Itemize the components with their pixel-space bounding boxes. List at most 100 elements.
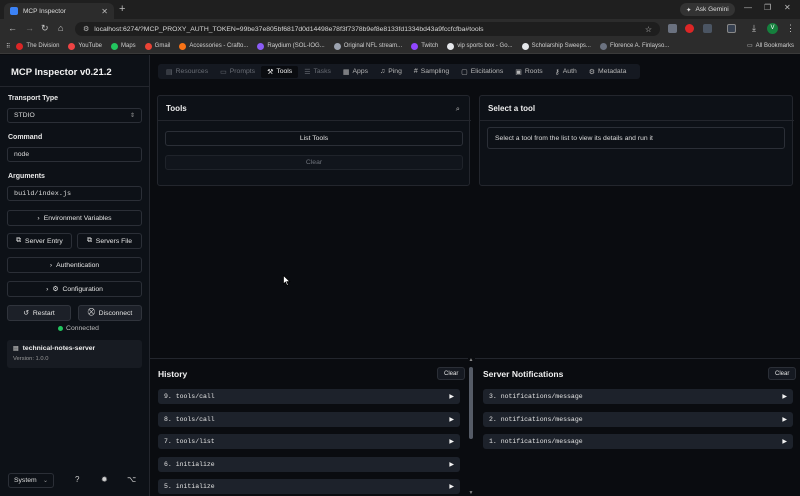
- browser-tab[interactable]: MCP Inspector ✕: [4, 3, 114, 19]
- sidebar-divider: [0, 86, 150, 87]
- clear-notifications-button[interactable]: Clear: [768, 367, 797, 380]
- servers-file-button[interactable]: ⧉ Servers File: [77, 233, 142, 249]
- extension-icon[interactable]: [668, 24, 677, 33]
- list-item[interactable]: 8. tools/call ▶: [158, 411, 460, 427]
- downloads-icon[interactable]: ⤓: [752, 23, 756, 34]
- all-bookmarks-button[interactable]: ▭ All Bookmarks: [747, 42, 794, 50]
- minimize-icon[interactable]: —: [744, 3, 752, 12]
- scroll-down-icon[interactable]: ▼: [468, 490, 474, 496]
- bookmark-item[interactable]: Original NFL stream...: [333, 42, 402, 50]
- reload-icon[interactable]: ↻: [41, 23, 49, 34]
- new-tab-button[interactable]: +: [119, 3, 125, 15]
- list-tools-button[interactable]: List Tools: [165, 131, 463, 146]
- tab-label: Tools: [276, 68, 293, 75]
- list-item[interactable]: 6. initialize ▶: [158, 456, 460, 472]
- clear-tools-button[interactable]: Clear: [165, 155, 463, 170]
- list-item[interactable]: 1. notifications/message ▶: [483, 434, 793, 449]
- github-icon[interactable]: ⌥: [127, 475, 136, 484]
- extensions-puzzle-icon[interactable]: [703, 24, 712, 33]
- split-view-icon[interactable]: [727, 24, 736, 33]
- scrollbar-thumb[interactable]: [469, 367, 473, 439]
- list-item[interactable]: 3. notifications/message ▶: [483, 389, 793, 404]
- status-dot-icon: [58, 325, 64, 331]
- list-item-label: 7. tools/list: [164, 438, 215, 445]
- server-entry-button[interactable]: ⧉ Server Entry: [7, 233, 72, 249]
- tab-icon: ▣: [515, 68, 522, 76]
- history-scrollbar[interactable]: ▲ ▼: [468, 357, 474, 496]
- chevron-right-icon: ›: [49, 261, 53, 269]
- tab-icon: ▤: [166, 68, 173, 76]
- bookmark-item[interactable]: The Division: [16, 42, 59, 50]
- bookmark-item[interactable]: Accessories - Crafto...: [179, 42, 248, 50]
- home-icon[interactable]: ⌂: [58, 23, 63, 34]
- bug-icon[interactable]: ✹: [101, 475, 108, 484]
- site-info-icon[interactable]: ⚙: [83, 25, 89, 33]
- apps-grid-icon[interactable]: ⠿: [6, 43, 10, 50]
- list-item[interactable]: 5. initialize ▶: [158, 479, 460, 494]
- arguments-input[interactable]: build/index.js: [7, 186, 142, 201]
- bookmark-item[interactable]: Gmail: [144, 42, 170, 50]
- tab-tasks[interactable]: ☰ Tasks: [298, 66, 337, 78]
- bookmark-item[interactable]: vip sports box - Go...: [447, 42, 513, 50]
- environment-variables-button[interactable]: › Environment Variables: [7, 210, 142, 226]
- bookmark-item[interactable]: Florence A. Finlayso...: [599, 42, 670, 50]
- bookmark-item[interactable]: Scholarship Sweeps...: [521, 42, 591, 50]
- list-item[interactable]: 9. tools/call ▶: [158, 389, 460, 404]
- clear-history-button[interactable]: Clear: [437, 367, 466, 380]
- connection-status: Connected: [0, 325, 157, 332]
- tab-roots[interactable]: ▣ Roots: [509, 66, 548, 78]
- close-tab-icon[interactable]: ✕: [101, 7, 108, 16]
- close-window-icon[interactable]: ✕: [784, 3, 791, 12]
- transport-type-select[interactable]: STDIO ⇕: [7, 108, 142, 123]
- tab-elicitations[interactable]: ▢ Elicitations: [455, 66, 509, 78]
- restart-button[interactable]: ↺ Restart: [7, 305, 71, 321]
- tab-icon: #: [413, 68, 418, 75]
- configuration-button[interactable]: › ⚙ Configuration: [7, 281, 142, 297]
- tab-prompts[interactable]: ▭ Prompts: [214, 66, 261, 78]
- maximize-icon[interactable]: ❐: [764, 3, 771, 12]
- bookmark-item[interactable]: Raydium (SOL-IOG...: [257, 42, 325, 50]
- tab-tools[interactable]: ⚒ Tools: [261, 65, 299, 78]
- tab-resources[interactable]: ▤ Resources: [160, 66, 214, 78]
- forward-icon[interactable]: →: [25, 23, 34, 34]
- menu-kebab-icon[interactable]: ⋮: [786, 23, 795, 34]
- tab-ping[interactable]: ♫ Ping: [374, 66, 408, 78]
- bookmark-item[interactable]: Maps: [111, 42, 136, 50]
- list-item[interactable]: 2. notifications/message ▶: [483, 411, 793, 427]
- tab-metadata[interactable]: ⚙ Metadata: [583, 66, 633, 78]
- tab-apps[interactable]: ▦ Apps: [337, 66, 374, 78]
- profile-avatar[interactable]: V: [767, 23, 778, 34]
- list-item[interactable]: 7. tools/list ▶: [158, 434, 460, 449]
- bookmark-label: Florence A. Finlayso...: [609, 43, 670, 49]
- tool-detail-title: Select a tool: [488, 104, 536, 113]
- expand-arrow-icon: ▶: [782, 416, 787, 423]
- bookmark-favicon-icon: [16, 42, 24, 50]
- tab-sampling[interactable]: # Sampling: [408, 66, 455, 78]
- theme-value: System: [14, 477, 37, 484]
- address-bar[interactable]: ⚙ localhost:6274/?MCP_PROXY_AUTH_TOKEN=9…: [75, 22, 660, 36]
- authentication-button[interactable]: › Authentication: [7, 257, 142, 273]
- command-input[interactable]: node: [7, 147, 142, 162]
- expand-arrow-icon: ▶: [449, 394, 454, 400]
- tab-auth[interactable]: ⚷ Auth: [549, 66, 583, 78]
- tab-icon: ▭: [220, 68, 227, 76]
- extension-icon[interactable]: [685, 24, 694, 33]
- bookmark-star-icon[interactable]: ☆: [645, 25, 652, 34]
- disconnect-button[interactable]: ⛒ Disconnect: [78, 305, 142, 321]
- ask-gemini-button[interactable]: ✦ Ask Gemini: [680, 3, 735, 16]
- tab-icon: ⚙: [588, 68, 596, 76]
- back-icon[interactable]: ←: [8, 23, 17, 34]
- clear-tools-label: Clear: [305, 159, 323, 166]
- bookmark-item[interactable]: YouTube: [68, 42, 102, 50]
- help-icon[interactable]: ?: [75, 475, 79, 484]
- bookmark-item[interactable]: Twitch: [411, 42, 438, 50]
- scroll-up-icon[interactable]: ▲: [468, 357, 474, 363]
- theme-select[interactable]: System ⌄: [8, 473, 54, 488]
- tab-label: Auth: [562, 68, 577, 75]
- clear-history-label: Clear: [444, 370, 459, 377]
- arguments-value: build/index.js: [14, 189, 72, 198]
- servers-file-label: Servers File: [95, 237, 133, 245]
- tab-label: Metadata: [598, 68, 627, 75]
- search-icon[interactable]: ⌕: [456, 104, 460, 114]
- disconnect-icon: ⛒: [87, 309, 95, 316]
